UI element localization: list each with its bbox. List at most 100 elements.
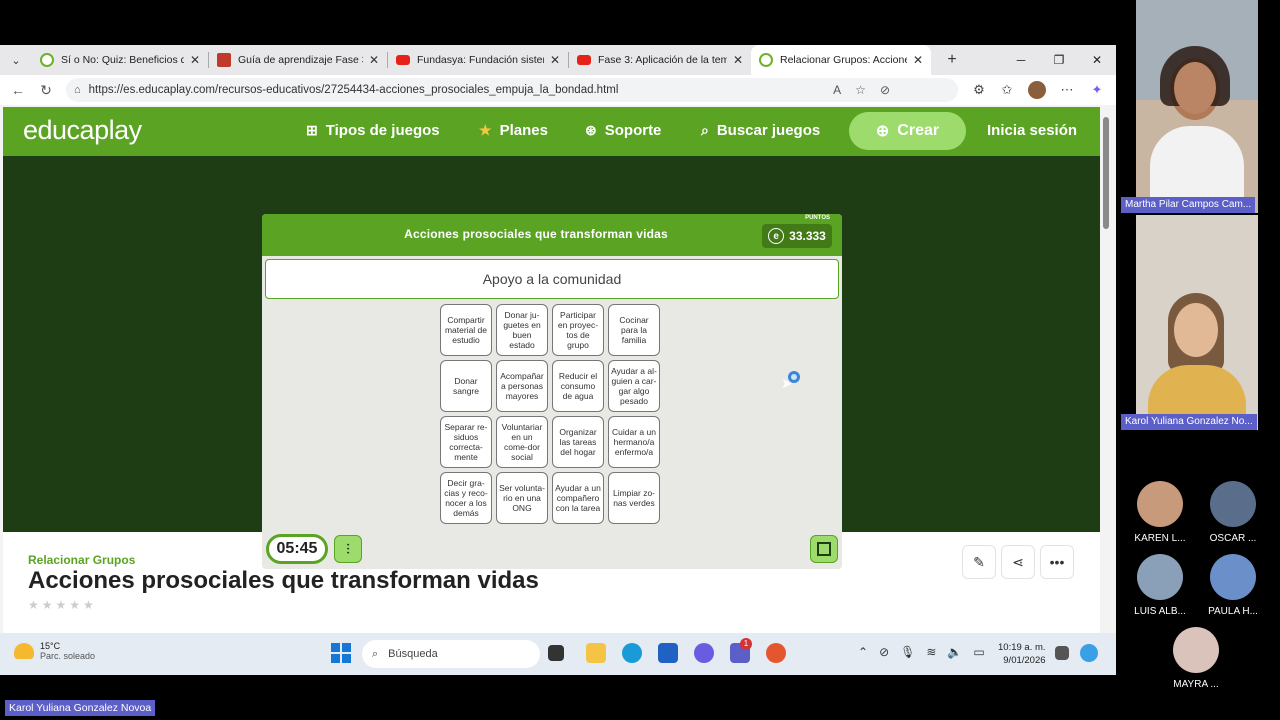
tab-fundasya[interactable]: Fundasya: Fundación sistema d ✕ bbox=[388, 45, 568, 75]
copilot-tray-icon[interactable] bbox=[1080, 644, 1098, 662]
read-aloud-icon[interactable]: A bbox=[833, 83, 841, 97]
fullscreen-icon[interactable] bbox=[810, 535, 838, 563]
create-icon: ⊕ bbox=[875, 123, 890, 140]
minimize-icon[interactable]: ─ bbox=[1002, 45, 1040, 75]
screen: ⌄ Sí o No: Quiz: Beneficios de la ✕ Guía… bbox=[0, 0, 1280, 720]
edit-icon[interactable]: ✎ bbox=[962, 545, 996, 579]
edge-browser-icon[interactable] bbox=[622, 643, 642, 663]
nav-soporte[interactable]: ⊛ Soporte bbox=[585, 122, 661, 139]
login-link[interactable]: Inicia sesión bbox=[987, 122, 1077, 139]
taskbar-search[interactable]: ⌕ Búsqueda bbox=[362, 640, 540, 668]
lifebuoy-icon: ⊛ bbox=[585, 122, 597, 138]
new-tab-icon[interactable]: + bbox=[939, 51, 965, 69]
activity-title: Acciones prosociales que transforman vid… bbox=[28, 567, 539, 594]
participant-karen[interactable]: KAREN L... bbox=[1130, 481, 1190, 544]
activity-type[interactable]: Relacionar Grupos bbox=[28, 553, 135, 567]
action-card[interactable]: Cuidar a un hermano/a enfermo/a bbox=[608, 416, 660, 468]
nav-buscar-juegos[interactable]: ⌕ Buscar juegos bbox=[701, 122, 820, 139]
speaker-video-martha bbox=[1136, 0, 1258, 213]
more-icon[interactable]: ⋯ bbox=[1054, 78, 1080, 102]
action-card[interactable]: Voluntariar en un come-dor social bbox=[496, 416, 548, 468]
action-card[interactable]: Ayudar a un compañero con la tarea bbox=[552, 472, 604, 524]
camera-off-icon[interactable]: ⊘ bbox=[879, 645, 889, 659]
more-options-icon[interactable]: ••• bbox=[1040, 545, 1074, 579]
close-icon[interactable]: ✕ bbox=[550, 53, 560, 67]
close-icon[interactable]: ✕ bbox=[369, 53, 379, 67]
nav-label: Tipos de juegos bbox=[325, 122, 440, 139]
rating-stars[interactable]: ★★★★★ bbox=[28, 598, 97, 612]
close-window-icon[interactable]: ✕ bbox=[1078, 45, 1116, 75]
action-card[interactable]: Donar sangre bbox=[440, 360, 492, 412]
microphone-icon[interactable]: 🎙 bbox=[900, 645, 915, 659]
battery-icon[interactable]: ▭ bbox=[973, 645, 984, 659]
copilot-app-icon[interactable] bbox=[694, 643, 714, 663]
game-panel: Acciones prosociales que transforman vid… bbox=[262, 214, 842, 569]
timer: 05:45 bbox=[266, 534, 328, 564]
action-card[interactable]: Organizar las tareas del hogar bbox=[552, 416, 604, 468]
refresh-icon[interactable]: ↻ bbox=[32, 82, 60, 99]
favorite-star-icon[interactable]: ☆ bbox=[855, 83, 866, 97]
action-card[interactable]: Decir gra-cias y reco-nocer a los demás bbox=[440, 472, 492, 524]
wifi-icon[interactable]: ≋ bbox=[926, 645, 936, 659]
create-button[interactable]: ⊕ Crear bbox=[849, 112, 966, 150]
participant-paula[interactable]: PAULA H... bbox=[1203, 554, 1263, 617]
task-view-icon[interactable] bbox=[548, 645, 564, 661]
file-explorer-icon[interactable] bbox=[586, 643, 606, 663]
group-drop-zone[interactable]: Apoyo a la comunidad bbox=[265, 259, 839, 299]
participant-mayra[interactable]: MAYRA ... bbox=[1166, 627, 1226, 690]
close-icon[interactable]: ✕ bbox=[913, 53, 923, 67]
educaplay-coin-icon: e bbox=[768, 228, 785, 244]
tab-relacionar[interactable]: Relacionar Grupos: Acciones p ✕ bbox=[751, 45, 931, 75]
nav-tipos-de-juegos[interactable]: ⊞ Tipos de juegos bbox=[306, 122, 440, 139]
action-card[interactable]: Reducir el consumo de agua bbox=[552, 360, 604, 412]
chevron-up-icon[interactable]: ⌃ bbox=[858, 645, 868, 659]
star-icon: ★ bbox=[479, 122, 492, 138]
settings-sliders-icon[interactable]: ⫶ bbox=[334, 535, 362, 563]
participant-name: KAREN L... bbox=[1134, 533, 1186, 544]
action-card[interactable]: Cocinar para la familia bbox=[608, 304, 660, 356]
tab-quiz[interactable]: Sí o No: Quiz: Beneficios de la ✕ bbox=[32, 45, 208, 75]
tab-guia[interactable]: Guía de aprendizaje Fase 3 - A ✕ bbox=[209, 45, 387, 75]
action-card[interactable]: Acompañar a personas mayores bbox=[496, 360, 548, 412]
action-card[interactable]: Separar re-siduos correcta-mente bbox=[440, 416, 492, 468]
weather-desc: Parc. soleado bbox=[40, 651, 96, 661]
participant-luis[interactable]: LUIS ALB... bbox=[1130, 554, 1190, 617]
tab-title: Sí o No: Quiz: Beneficios de la bbox=[61, 54, 184, 66]
page-scrollbar[interactable] bbox=[1100, 107, 1112, 675]
nav-planes[interactable]: ★ Planes bbox=[479, 122, 548, 139]
tracking-prevention-icon[interactable]: ⊘ bbox=[880, 83, 890, 97]
points-value: 33.333 bbox=[789, 229, 826, 243]
share-icon[interactable]: ⋖ bbox=[1001, 545, 1035, 579]
educaplay-logo[interactable]: educaplay bbox=[23, 115, 142, 146]
action-card[interactable]: Donar ju-guetes en buen estado bbox=[496, 304, 548, 356]
clock[interactable]: 10:19 a. m. 9/01/2026 bbox=[998, 641, 1046, 667]
action-card[interactable]: Limpiar zo-nas verdes bbox=[608, 472, 660, 524]
nav-label: Planes bbox=[499, 122, 548, 139]
site-info-icon[interactable]: ⌂ bbox=[74, 84, 81, 96]
url-field[interactable]: ⌂ https://es.educaplay.com/recursos-educ… bbox=[66, 78, 958, 102]
store-icon[interactable] bbox=[658, 643, 678, 663]
tab-list-icon[interactable]: ⌄ bbox=[4, 48, 28, 72]
window-controls: ─ ❐ ✕ bbox=[1002, 45, 1116, 75]
close-icon[interactable]: ✕ bbox=[190, 53, 200, 67]
presentation-app-icon[interactable] bbox=[766, 643, 786, 663]
restore-icon[interactable]: ❐ bbox=[1040, 45, 1078, 75]
copilot-icon[interactable]: ✦ bbox=[1084, 78, 1110, 102]
action-card[interactable]: Compartir material de estudio bbox=[440, 304, 492, 356]
volume-icon[interactable]: 🔈 bbox=[947, 645, 962, 659]
system-tray: ⌃ ⊘ 🎙 ≋ 🔈 ▭ bbox=[858, 645, 985, 659]
notification-icon[interactable] bbox=[1055, 646, 1069, 660]
action-card[interactable]: Ser volunta-rio en una ONG bbox=[496, 472, 548, 524]
tab-title: Fundasya: Fundación sistema d bbox=[417, 54, 544, 66]
participant-oscar[interactable]: OSCAR ... bbox=[1203, 481, 1263, 544]
profile-avatar[interactable] bbox=[1024, 78, 1050, 102]
close-icon[interactable]: ✕ bbox=[733, 53, 743, 67]
back-icon[interactable]: ← bbox=[4, 82, 32, 98]
tab-fase3[interactable]: Fase 3: Aplicación de la temáti ✕ bbox=[569, 45, 751, 75]
weather-widget[interactable]: 15°C Parc. soleado bbox=[14, 641, 95, 661]
favorites-icon[interactable]: ✩ bbox=[994, 78, 1020, 102]
action-card[interactable]: Participar en proyec-tos de grupo bbox=[552, 304, 604, 356]
action-card[interactable]: Ayudar a al-guien a car-gar algo pesado bbox=[608, 360, 660, 412]
windows-start-icon[interactable] bbox=[331, 643, 351, 663]
extensions-icon[interactable]: ⚙ bbox=[966, 78, 992, 102]
